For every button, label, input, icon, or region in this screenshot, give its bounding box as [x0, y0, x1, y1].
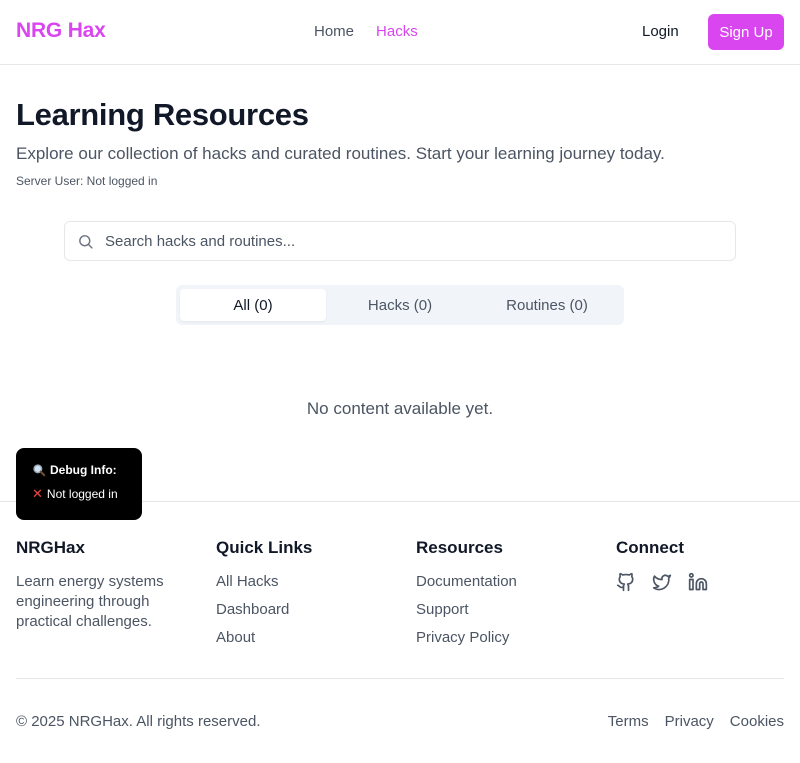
- legal-link-terms[interactable]: Terms: [608, 713, 649, 730]
- page-title: Learning Resources: [16, 97, 309, 132]
- footer-resources-title: Resources: [416, 538, 503, 557]
- footer-link-documentation[interactable]: Documentation: [416, 572, 517, 600]
- magnifier-icon: [32, 463, 46, 477]
- linkedin-icon[interactable]: [688, 572, 708, 592]
- search-input[interactable]: [105, 222, 725, 260]
- main-nav: Home Hacks: [314, 23, 418, 40]
- footer-link-dashboard[interactable]: Dashboard: [216, 600, 312, 628]
- nav-hacks-link[interactable]: Hacks: [376, 23, 418, 40]
- legal-link-privacy[interactable]: Privacy: [665, 713, 714, 730]
- footer-brand-description: Learn energy systems engineering through…: [16, 573, 164, 630]
- legal-link-cookies[interactable]: Cookies: [730, 713, 784, 730]
- login-button[interactable]: Login: [642, 23, 679, 40]
- copyright-text: © 2025 NRGHax. All rights reserved.: [16, 713, 261, 730]
- footer-link-support[interactable]: Support: [416, 600, 517, 628]
- footer-link-privacy-policy[interactable]: Privacy Policy: [416, 628, 517, 656]
- site-header: NRG Hax Home Hacks Login Sign Up: [0, 0, 800, 65]
- footer-divider: [16, 678, 784, 679]
- footer-link-about[interactable]: About: [216, 628, 312, 656]
- search-box: [64, 221, 736, 261]
- search-icon: [77, 233, 94, 250]
- cross-mark-icon: ✕: [32, 486, 43, 501]
- footer-quick-links-title: Quick Links: [216, 538, 313, 557]
- debug-panel: Debug Info: ✕ Not logged in: [16, 448, 142, 520]
- twitter-icon[interactable]: [652, 572, 672, 592]
- social-links: [616, 572, 708, 592]
- empty-state-message: No content available yet.: [306, 399, 494, 418]
- debug-status-row: ✕ Not logged in: [32, 486, 142, 502]
- server-user-status: Server User: Not logged in: [16, 174, 158, 188]
- nav-home-link[interactable]: Home: [314, 23, 354, 40]
- page-subtitle: Explore our collection of hacks and cura…: [16, 144, 665, 163]
- footer-brand: NRGHax Learn energy systems engineering …: [16, 538, 186, 632]
- debug-title-row: Debug Info:: [32, 463, 142, 477]
- footer-link-all-hacks[interactable]: All Hacks: [216, 572, 312, 600]
- tab-routines[interactable]: Routines (0): [474, 289, 620, 321]
- site-footer: NRGHax Learn energy systems engineering …: [0, 501, 800, 763]
- footer-connect-title: Connect: [616, 538, 684, 557]
- tab-hacks[interactable]: Hacks (0): [327, 289, 473, 321]
- debug-status: Not logged in: [46, 487, 118, 501]
- footer-resources: Resources Documentation Support Privacy …: [416, 538, 517, 656]
- signup-button[interactable]: Sign Up: [708, 14, 784, 50]
- site-logo[interactable]: NRG Hax: [16, 19, 106, 43]
- legal-links: Terms Privacy Cookies: [608, 713, 784, 730]
- tab-all[interactable]: All (0): [180, 289, 326, 321]
- footer-brand-name: NRGHax: [16, 538, 85, 557]
- footer-quick-links: Quick Links All Hacks Dashboard About: [216, 538, 312, 656]
- content-tabs: All (0) Hacks (0) Routines (0): [176, 285, 624, 325]
- footer-connect: Connect: [616, 538, 708, 592]
- github-icon[interactable]: [616, 572, 636, 592]
- debug-title: Debug Info:: [50, 463, 117, 477]
